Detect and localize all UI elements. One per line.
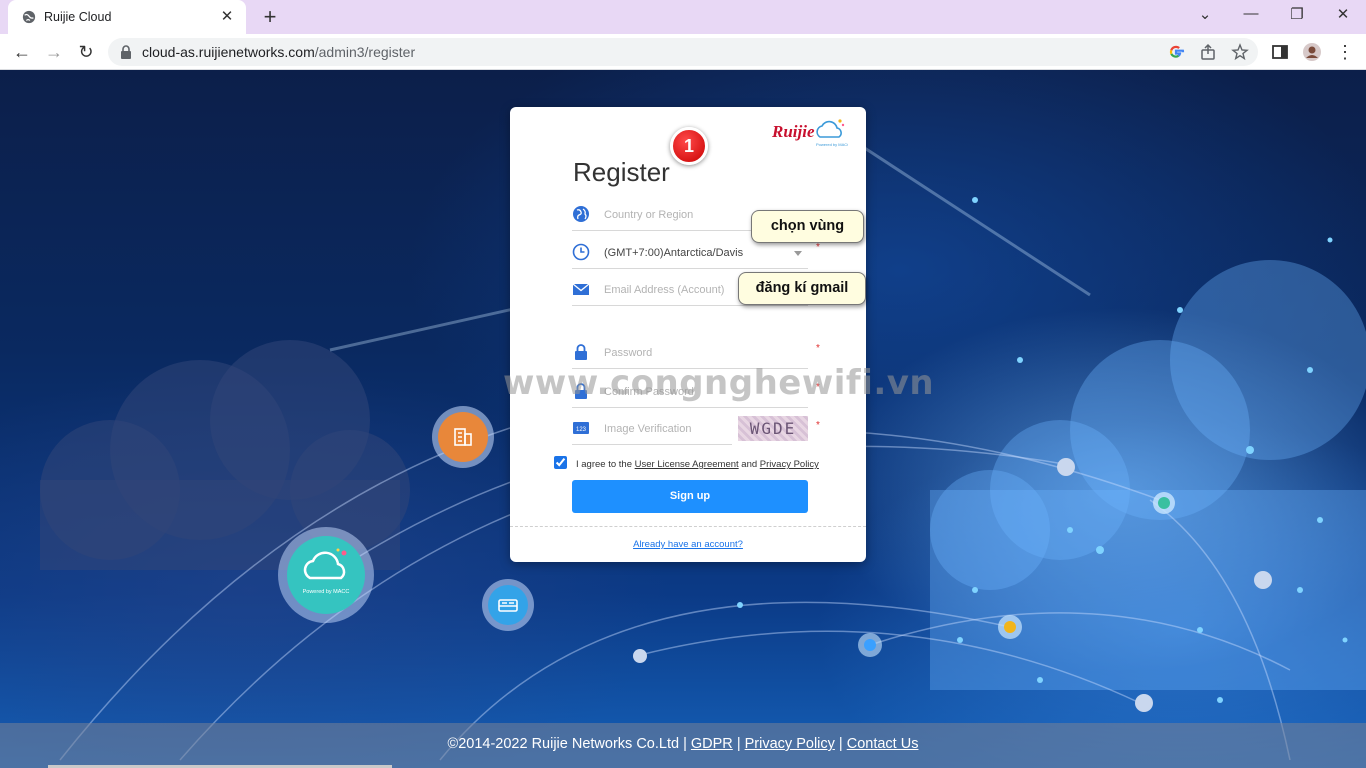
footer: ©2014-2022 Ruijie Networks Co.Ltd | GDPR…	[0, 723, 1366, 768]
forward-arrow-icon[interactable]: →	[42, 40, 66, 64]
timezone-select[interactable]: (GMT+7:00)Antarctica/Davis	[572, 239, 808, 269]
already-have-account-link[interactable]: Already have an account?	[510, 539, 866, 550]
bookmark-star-icon[interactable]	[1231, 43, 1249, 61]
privacy-policy-link[interactable]: Privacy Policy	[760, 459, 819, 470]
divider	[510, 526, 866, 527]
svg-text:Powered by MACC: Powered by MACC	[303, 589, 350, 595]
copyright-text: ©2014-2022 Ruijie Networks Co.Ltd	[447, 736, 680, 752]
macc-cloud-icon: Powered by MACC	[303, 548, 350, 595]
window-close-icon[interactable]: ✕	[1329, 5, 1357, 23]
padlock-icon	[575, 344, 587, 360]
minimize-icon[interactable]: —	[1237, 5, 1265, 22]
agreement-text: I agree to the User License Agreement an…	[576, 459, 819, 470]
region-callout: chọn vùng	[751, 210, 864, 243]
user-license-link[interactable]: User License Agreement	[635, 459, 739, 470]
country-placeholder: Country or Region	[604, 209, 694, 221]
new-tab-button[interactable]: +	[258, 4, 282, 30]
tab-search-chevron-icon[interactable]: ⌄	[1191, 5, 1219, 23]
timezone-value: (GMT+7:00)Antarctica/Davis	[604, 247, 744, 259]
close-tab-icon[interactable]: ✕	[218, 7, 236, 25]
clock-icon	[572, 243, 590, 261]
required-mark: *	[816, 343, 820, 354]
globe-icon	[573, 206, 589, 222]
watermark: www.congnghewifi.vn	[503, 363, 935, 403]
page-background: Powered by MACC Ruijie Powered by MACC R…	[0, 70, 1366, 768]
gmail-callout: đăng kí gmail	[738, 272, 866, 305]
captcha-123-icon: 123	[573, 422, 589, 434]
svg-text:Powered by MACC: Powered by MACC	[816, 142, 848, 147]
gdpr-link[interactable]: GDPR	[691, 736, 733, 752]
contact-us-link[interactable]: Contact Us	[847, 736, 919, 752]
reload-icon[interactable]: ↻	[74, 40, 98, 64]
kebab-menu-icon[interactable]: ⋮	[1333, 40, 1357, 64]
chevron-down-icon	[794, 251, 802, 256]
url-text: cloud-as.ruijienetworks.com/admin3/regis…	[142, 44, 416, 60]
browser-tab[interactable]: Ruijie Cloud ✕	[8, 0, 246, 34]
agree-checkbox[interactable]	[554, 456, 567, 469]
lock-icon	[121, 45, 131, 59]
globe-favicon-icon	[22, 10, 36, 24]
svg-text:123: 123	[576, 427, 587, 433]
page-title: Register	[573, 157, 670, 187]
register-card: Ruijie Powered by MACC Register 1 Countr…	[510, 107, 866, 562]
required-mark: *	[816, 420, 820, 431]
building-icon	[454, 428, 472, 446]
address-bar[interactable]: cloud-as.ruijienetworks.com/admin3/regis…	[108, 38, 1258, 66]
bed-icon	[498, 599, 518, 612]
email-placeholder: Email Address (Account)	[604, 284, 725, 296]
password-placeholder: Password	[604, 347, 653, 359]
tab-title: Ruijie Cloud	[44, 10, 112, 24]
restore-icon[interactable]: ❐	[1283, 5, 1311, 23]
browser-toolbar: ← → ↻ cloud-as.ruijienetworks.com/admin3…	[0, 34, 1366, 70]
svg-text:Ruijie: Ruijie	[771, 122, 815, 141]
side-panel-icon[interactable]	[1270, 42, 1290, 62]
image-verification-field[interactable]: 123 Image Verification	[572, 415, 732, 445]
captcha-placeholder: Image Verification	[604, 423, 692, 435]
ruijie-logo: Ruijie Powered by MACC	[771, 119, 848, 147]
google-translate-icon[interactable]	[1167, 43, 1185, 61]
envelope-icon	[572, 283, 590, 295]
tab-strip: Ruijie Cloud ✕ + ⌄ — ❐ ✕	[0, 0, 1366, 34]
captcha-image[interactable]: WGDE	[738, 416, 808, 441]
sign-up-button[interactable]: Sign up	[572, 480, 808, 513]
back-arrow-icon[interactable]: ←	[10, 40, 34, 64]
required-mark: *	[816, 242, 820, 253]
footer-privacy-link[interactable]: Privacy Policy	[745, 736, 835, 752]
step-number-badge: 1	[670, 127, 708, 165]
profile-avatar-icon[interactable]	[1302, 42, 1322, 62]
share-icon[interactable]	[1199, 43, 1217, 61]
